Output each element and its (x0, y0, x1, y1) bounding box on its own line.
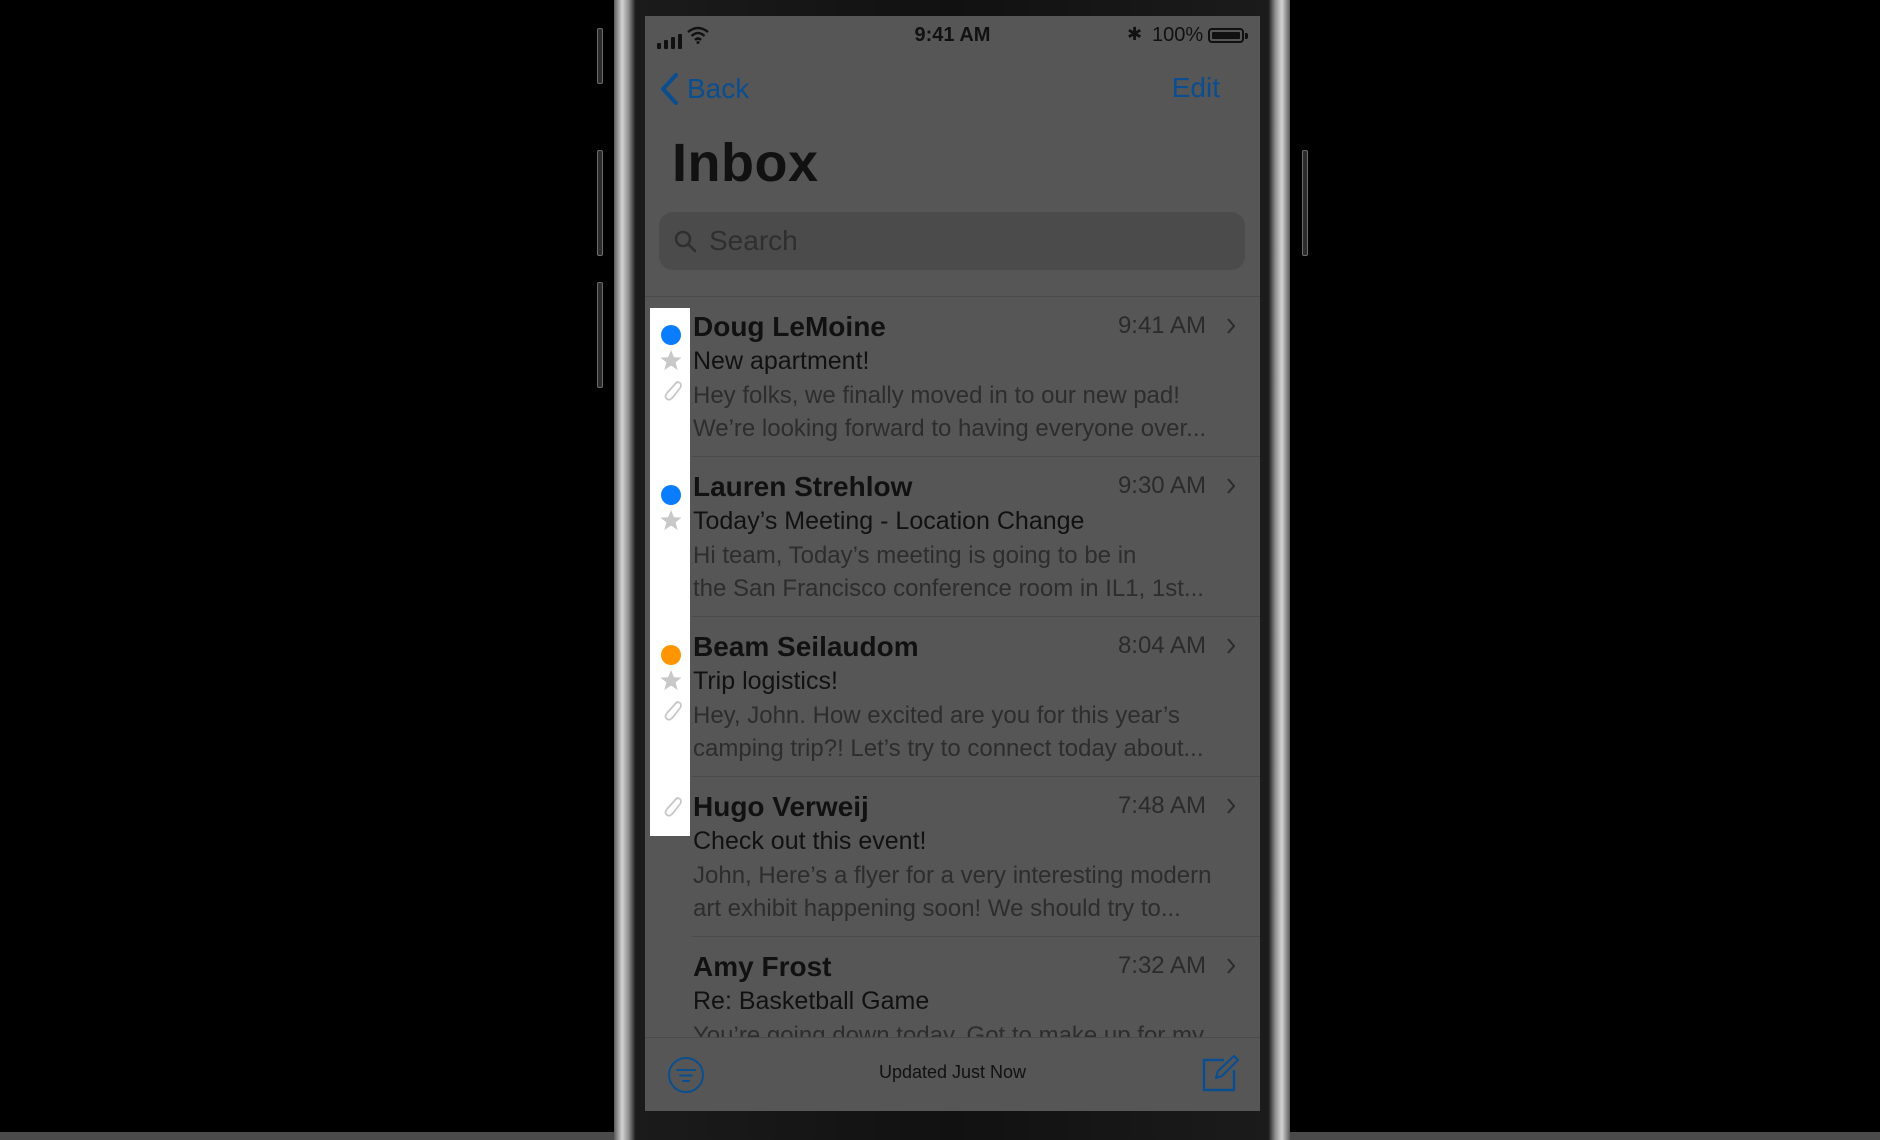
indicator-highlight (650, 308, 690, 836)
chevron-right-icon (1227, 318, 1236, 334)
compose-icon[interactable] (1200, 1054, 1240, 1094)
mail-subject: New apartment! (693, 347, 870, 375)
unread-dot-icon (661, 485, 681, 505)
star-icon (660, 350, 682, 370)
chevron-left-icon (661, 73, 678, 105)
star-icon (660, 510, 682, 530)
bluetooth-icon: ✱ (1127, 24, 1143, 44)
volume-down-button (597, 282, 603, 388)
edit-button[interactable]: Edit (1172, 72, 1220, 104)
mail-time: 7:32 AM (1117, 952, 1206, 979)
chevron-right-icon (1227, 478, 1236, 494)
mail-sender: Beam Seilaudom (693, 631, 919, 662)
chevron-right-icon (1227, 638, 1236, 654)
mail-sender: Amy Frost (693, 951, 832, 982)
star-icon (660, 670, 682, 690)
mail-sender: Hugo Verweij (693, 791, 869, 822)
back-label: Back (687, 73, 750, 104)
mail-time: 7:48 AM (1117, 792, 1206, 819)
paperclip-icon (664, 797, 682, 817)
chevron-right-icon (1227, 958, 1236, 974)
mail-time: 8:04 AM (1117, 632, 1206, 659)
search-icon (674, 230, 697, 253)
mail-preview: Hey folks, we finally moved in to our ne… (693, 382, 1207, 442)
mail-sender: Doug LeMoine (693, 311, 886, 342)
mail-row[interactable]: Lauren Strehlow 9:30 AM Today’s Meeting … (645, 457, 1260, 617)
mail-list: Doug LeMoine 9:41 AM New apartment! Hey … (645, 296, 1260, 1097)
chevron-right-icon (1227, 798, 1236, 814)
mail-row[interactable]: Beam Seilaudom 8:04 AM Trip logistics! H… (645, 617, 1260, 777)
power-button (1302, 150, 1308, 256)
mail-preview: Hi team, Today’s meeting is going to be … (693, 542, 1204, 602)
back-button[interactable]: Back (659, 72, 749, 106)
mail-subject: Trip logistics! (693, 667, 838, 695)
unread-dot-icon (661, 325, 681, 345)
battery-icon (1208, 28, 1244, 43)
mute-switch (597, 28, 603, 84)
vip-dot-icon (661, 645, 681, 665)
bottom-toolbar: Updated Just Now (645, 1037, 1260, 1111)
paperclip-icon (664, 701, 682, 721)
mail-row[interactable]: Doug LeMoine 9:41 AM New apartment! Hey … (645, 297, 1260, 457)
status-bar: 9:41 AM ✱ 100% (645, 16, 1260, 56)
battery-percentage: 100% (1152, 24, 1204, 46)
page-title: Inbox (672, 133, 819, 193)
mail-subject: Today’s Meeting - Location Change (693, 507, 1085, 535)
mail-sender: Lauren Strehlow (693, 471, 913, 502)
search-bar[interactable] (659, 212, 1245, 270)
update-status: Updated Just Now (878, 1062, 1027, 1082)
mail-time: 9:41 AM (1117, 312, 1206, 339)
phone-screen: 9:41 AM ✱ 100% Back Edit Inbox Doug LeMo… (645, 16, 1260, 1111)
mail-row[interactable]: Hugo Verweij 7:48 AM Check out this even… (645, 777, 1260, 937)
mail-subject: Re: Basketball Game (693, 987, 930, 1015)
paperclip-icon (664, 381, 682, 401)
mail-preview: Hey, John. How excited are you for this … (693, 702, 1204, 762)
mail-time: 9:30 AM (1117, 472, 1206, 499)
volume-up-button (597, 150, 603, 256)
mail-preview: John, Here’s a flyer for a very interest… (693, 862, 1212, 922)
mail-subject: Check out this event! (693, 827, 927, 855)
search-input[interactable] (707, 224, 1211, 258)
